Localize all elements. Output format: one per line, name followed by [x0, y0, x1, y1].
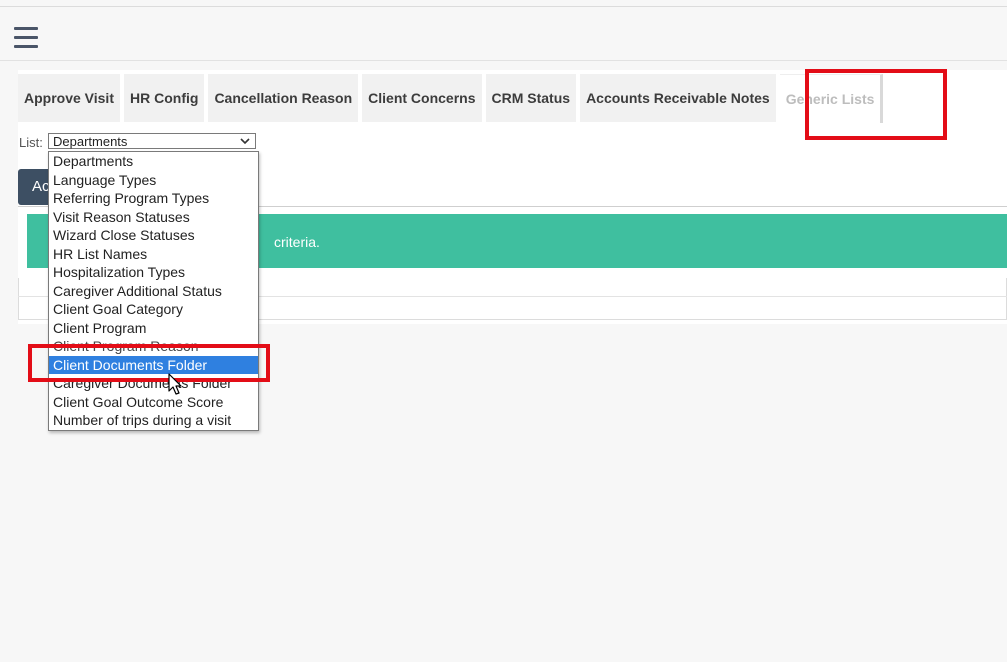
add-button[interactable]: Ac [18, 169, 50, 205]
alert-text: criteria. [274, 234, 320, 250]
list-dropdown[interactable]: Departments Language Types Referring Pro… [48, 151, 259, 431]
option-client-program-reason[interactable]: Client Program Reason [49, 337, 258, 356]
tab-client-concerns[interactable]: Client Concerns [362, 74, 482, 122]
option-caregiver-additional-status[interactable]: Caregiver Additional Status [49, 282, 258, 301]
option-number-of-trips[interactable]: Number of trips during a visit [49, 411, 258, 430]
top-divider [0, 6, 1007, 7]
tab-cancellation-reason[interactable]: Cancellation Reason [208, 74, 359, 122]
hamburger-menu-icon[interactable] [14, 27, 38, 49]
option-client-goal-category[interactable]: Client Goal Category [49, 300, 258, 319]
tab-accounts-receivable-notes[interactable]: Accounts Receivable Notes [580, 74, 776, 122]
option-visit-reason-statuses[interactable]: Visit Reason Statuses [49, 208, 258, 227]
tab-crm-status[interactable]: CRM Status [485, 74, 577, 122]
list-select-value: Departments [53, 134, 128, 149]
tab-bar: Approve Visit HR Config Cancellation Rea… [18, 70, 887, 123]
tab-hr-config[interactable]: HR Config [124, 74, 205, 122]
tab-approve-visit[interactable]: Approve Visit [18, 74, 120, 122]
tab-generic-lists[interactable]: Generic Lists [779, 74, 884, 123]
list-select[interactable]: Departments [48, 133, 256, 149]
option-wizard-close-statuses[interactable]: Wizard Close Statuses [49, 226, 258, 245]
mouse-pointer-icon [168, 373, 182, 395]
option-departments[interactable]: Departments [49, 152, 258, 171]
option-caregiver-documents-folder[interactable]: Caregiver Documents Folder [49, 374, 258, 393]
chevron-down-icon [240, 138, 250, 145]
option-hospitalization-types[interactable]: Hospitalization Types [49, 263, 258, 282]
option-language-types[interactable]: Language Types [49, 171, 258, 190]
header-divider [0, 60, 1007, 61]
option-client-program[interactable]: Client Program [49, 319, 258, 338]
option-hr-list-names[interactable]: HR List Names [49, 245, 258, 264]
option-client-documents-folder[interactable]: Client Documents Folder [49, 355, 258, 374]
option-client-goal-outcome-score[interactable]: Client Goal Outcome Score [49, 393, 258, 412]
option-referring-program-types[interactable]: Referring Program Types [49, 189, 258, 208]
list-label: List: [19, 135, 43, 150]
